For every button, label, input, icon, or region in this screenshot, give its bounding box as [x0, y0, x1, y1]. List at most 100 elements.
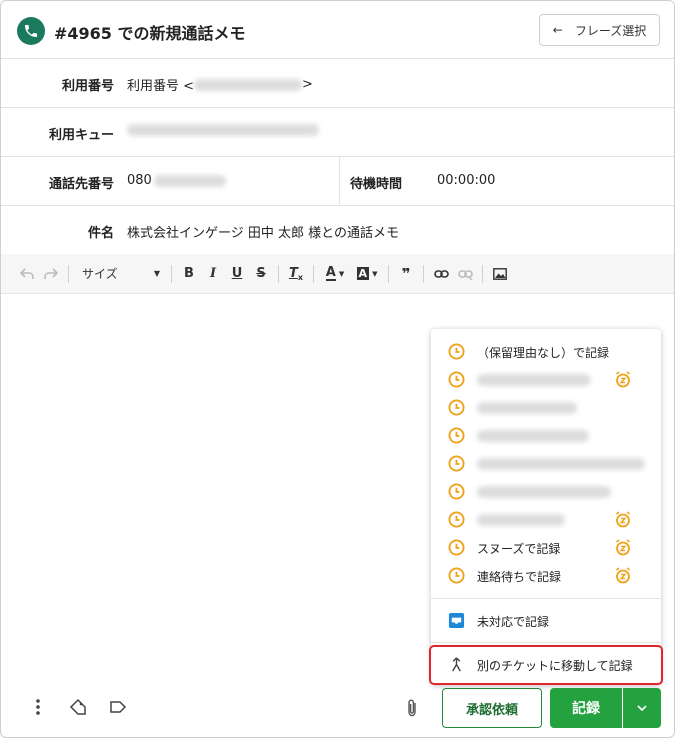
phrase-select-button[interactable]: ← フレーズ選択 [539, 14, 660, 46]
background-color-button[interactable]: A ▼ [351, 262, 383, 286]
menu-item-awaiting-contact[interactable]: 連絡待ちで記録 [431, 561, 661, 589]
unlink-icon[interactable] [453, 262, 477, 286]
wait-time-label: 待機時間 [350, 177, 403, 192]
phrase-select-label: フレーズ選択 [574, 23, 647, 38]
clock-icon [448, 511, 465, 528]
clear-format-x: x [297, 273, 304, 282]
underline-button[interactable]: U [225, 262, 249, 286]
approval-request-button[interactable]: 承認依頼 [442, 688, 542, 728]
caret-down-icon: ▼ [372, 269, 378, 278]
alarm-clock-icon [616, 567, 630, 584]
menu-item[interactable] [431, 393, 661, 421]
image-icon[interactable] [488, 262, 512, 286]
italic-button[interactable]: I [201, 262, 225, 286]
menu-item[interactable] [431, 421, 661, 449]
menu-divider [431, 598, 661, 599]
toolbar-separator [423, 264, 424, 283]
caret-down-icon: ▼ [338, 269, 345, 278]
menu-item-label: スヌーズで記録 [477, 542, 561, 556]
subject-label: 件名 [87, 226, 114, 241]
clear-format-button[interactable]: Tx [284, 262, 308, 286]
redacted-text [194, 78, 303, 91]
clock-icon [448, 567, 465, 584]
menu-item[interactable] [431, 365, 661, 393]
toolbar-separator [388, 264, 389, 283]
redacted-text [477, 486, 611, 498]
phone-icon [17, 17, 45, 45]
menu-item-move-ticket[interactable]: 別のチケットに移動して記録 [431, 650, 661, 678]
tag-icon[interactable] [69, 698, 87, 716]
quote-button[interactable]: ❞ [394, 262, 418, 286]
more-vertical-icon[interactable] [33, 698, 43, 716]
toolbar-separator [313, 264, 314, 283]
font-size-label: サイズ [82, 267, 118, 281]
font-color-button[interactable]: A ▼ [319, 262, 351, 286]
usage-number-suffix: > [302, 77, 313, 92]
inbox-icon [448, 612, 465, 629]
menu-item-label: 連絡待ちで記録 [477, 570, 562, 584]
subject-row: 件名 株式会社インゲージ 田中 太郎 様との通話メモ [1, 206, 674, 255]
redacted-text [477, 402, 577, 414]
record-options-menu: （保留理由なし）で記録 スヌーズで記録 連絡待ちで記録 未対応で記録 別のチケッ… [431, 329, 661, 685]
clock-icon [448, 483, 465, 500]
background-color-glyph: A [356, 267, 370, 280]
arrow-left-icon: ← [552, 23, 563, 37]
wait-time-value: 00:00:00 [437, 173, 496, 188]
editor-toolbar: サイズ ▼ B I U S Tx A ▼ A ▼ ❞ [1, 254, 674, 294]
menu-item[interactable] [431, 505, 661, 533]
menu-item-no-hold-reason[interactable]: （保留理由なし）で記録 [431, 337, 661, 365]
queue-label: 利用キュー [48, 128, 114, 143]
menu-item-unhandled[interactable]: 未対応で記録 [431, 606, 661, 634]
row-divider [339, 157, 340, 206]
font-size-select[interactable]: サイズ ▼ [74, 262, 166, 286]
callee-prefix: 080 [127, 173, 152, 188]
paperclip-icon[interactable] [405, 698, 419, 718]
clear-format-glyph: T [288, 266, 298, 281]
menu-item-label: 別のチケットに移動して記録 [477, 659, 633, 673]
menu-item-snooze[interactable]: スヌーズで記録 [431, 533, 661, 561]
redo-icon[interactable] [39, 262, 63, 286]
redacted-text [477, 374, 591, 386]
alarm-clock-icon [616, 511, 630, 528]
menu-item-label: 未対応で記録 [477, 615, 550, 629]
caret-down-icon: ▼ [153, 269, 160, 278]
record-button[interactable]: 記録 [550, 688, 622, 728]
record-options-toggle[interactable] [623, 688, 661, 728]
strike-button[interactable]: S [249, 262, 273, 286]
label-icon[interactable] [109, 698, 127, 716]
clock-icon [448, 371, 465, 388]
page-title: #4965 での新規通話メモ [54, 24, 246, 43]
redacted-text [477, 430, 589, 442]
callee-value: 080 [127, 173, 226, 188]
toolbar-separator [278, 264, 279, 283]
queue-value [127, 124, 319, 136]
font-color-glyph: A [325, 265, 336, 281]
bold-button[interactable]: B [177, 262, 201, 286]
menu-item[interactable] [431, 449, 661, 477]
usage-number-row: 利用番号 利用番号 < > [1, 59, 674, 108]
link-icon[interactable] [429, 262, 453, 286]
usage-number-value: 利用番号 < > [127, 75, 313, 94]
menu-item[interactable] [431, 477, 661, 505]
toolbar-separator [68, 264, 69, 283]
redacted-text [477, 514, 565, 526]
chevron-down-icon [637, 705, 647, 711]
clock-icon [448, 455, 465, 472]
alarm-clock-icon [616, 371, 630, 388]
toolbar-separator [171, 264, 172, 283]
clock-icon [448, 343, 465, 360]
undo-icon[interactable] [15, 262, 39, 286]
callee-row: 通話先番号 080 待機時間 00:00:00 [1, 157, 674, 206]
redacted-text [153, 174, 226, 187]
clock-icon [448, 427, 465, 444]
bottom-bar: 承認依頼 記録 [1, 685, 674, 737]
alarm-clock-icon [616, 539, 630, 556]
usage-number-label: 利用番号 [61, 79, 114, 94]
redacted-text [477, 458, 645, 470]
header: #4965 での新規通話メモ ← フレーズ選択 [1, 1, 674, 59]
usage-number-prefix: 利用番号 < [127, 79, 195, 94]
subject-value[interactable]: 株式会社インゲージ 田中 太郎 様との通話メモ [127, 222, 399, 241]
merge-arrow-icon [452, 657, 461, 672]
call-memo-window: #4965 での新規通話メモ ← フレーズ選択 利用番号 利用番号 < > 利用… [0, 0, 675, 738]
menu-divider [431, 642, 661, 643]
